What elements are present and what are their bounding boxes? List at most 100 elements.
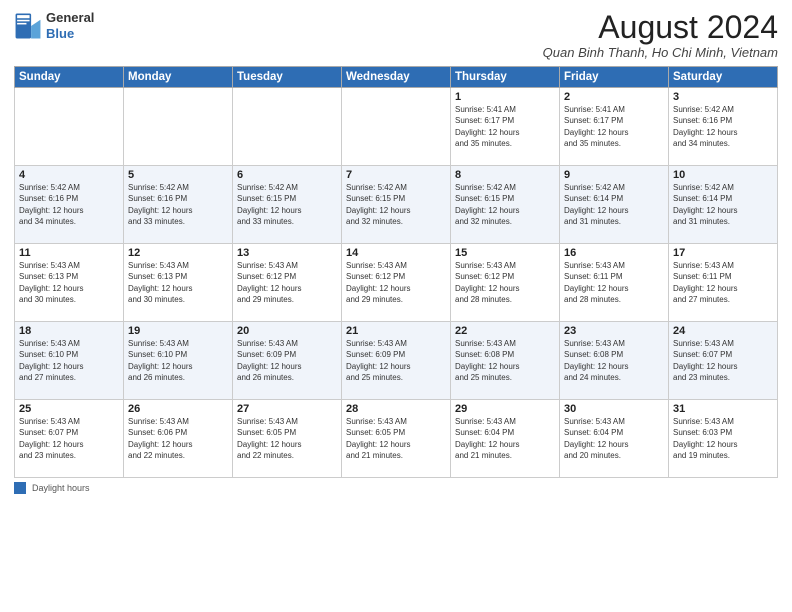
day-info: Sunrise: 5:42 AM Sunset: 6:16 PM Dayligh… [19, 182, 119, 227]
column-header-wednesday: Wednesday [342, 67, 451, 88]
calendar-cell: 6Sunrise: 5:42 AM Sunset: 6:15 PM Daylig… [233, 166, 342, 244]
day-info: Sunrise: 5:43 AM Sunset: 6:10 PM Dayligh… [128, 338, 228, 383]
day-info: Sunrise: 5:43 AM Sunset: 6:06 PM Dayligh… [128, 416, 228, 461]
calendar-cell: 21Sunrise: 5:43 AM Sunset: 6:09 PM Dayli… [342, 322, 451, 400]
day-number: 8 [455, 169, 555, 181]
column-header-thursday: Thursday [451, 67, 560, 88]
day-number: 30 [564, 403, 664, 415]
day-info: Sunrise: 5:43 AM Sunset: 6:13 PM Dayligh… [128, 260, 228, 305]
day-info: Sunrise: 5:42 AM Sunset: 6:16 PM Dayligh… [673, 104, 773, 149]
calendar-cell: 31Sunrise: 5:43 AM Sunset: 6:03 PM Dayli… [669, 400, 778, 478]
calendar-cell: 16Sunrise: 5:43 AM Sunset: 6:11 PM Dayli… [560, 244, 669, 322]
day-number: 29 [455, 403, 555, 415]
calendar-cell: 12Sunrise: 5:43 AM Sunset: 6:13 PM Dayli… [124, 244, 233, 322]
calendar-cell: 17Sunrise: 5:43 AM Sunset: 6:11 PM Dayli… [669, 244, 778, 322]
calendar-cell: 13Sunrise: 5:43 AM Sunset: 6:12 PM Dayli… [233, 244, 342, 322]
column-header-friday: Friday [560, 67, 669, 88]
day-info: Sunrise: 5:43 AM Sunset: 6:12 PM Dayligh… [455, 260, 555, 305]
day-info: Sunrise: 5:43 AM Sunset: 6:11 PM Dayligh… [564, 260, 664, 305]
calendar-cell: 3Sunrise: 5:42 AM Sunset: 6:16 PM Daylig… [669, 88, 778, 166]
day-info: Sunrise: 5:43 AM Sunset: 6:11 PM Dayligh… [673, 260, 773, 305]
month-title: August 2024 [543, 10, 778, 45]
day-info: Sunrise: 5:43 AM Sunset: 6:07 PM Dayligh… [19, 416, 119, 461]
day-info: Sunrise: 5:42 AM Sunset: 6:15 PM Dayligh… [346, 182, 446, 227]
calendar-cell: 15Sunrise: 5:43 AM Sunset: 6:12 PM Dayli… [451, 244, 560, 322]
day-info: Sunrise: 5:42 AM Sunset: 6:14 PM Dayligh… [564, 182, 664, 227]
day-info: Sunrise: 5:43 AM Sunset: 6:05 PM Dayligh… [346, 416, 446, 461]
column-header-saturday: Saturday [669, 67, 778, 88]
day-info: Sunrise: 5:42 AM Sunset: 6:15 PM Dayligh… [237, 182, 337, 227]
day-number: 13 [237, 247, 337, 259]
calendar-cell: 11Sunrise: 5:43 AM Sunset: 6:13 PM Dayli… [15, 244, 124, 322]
calendar-cell: 29Sunrise: 5:43 AM Sunset: 6:04 PM Dayli… [451, 400, 560, 478]
daylight-label: Daylight hours [32, 483, 90, 493]
day-number: 16 [564, 247, 664, 259]
day-info: Sunrise: 5:42 AM Sunset: 6:15 PM Dayligh… [455, 182, 555, 227]
day-info: Sunrise: 5:43 AM Sunset: 6:04 PM Dayligh… [455, 416, 555, 461]
day-info: Sunrise: 5:42 AM Sunset: 6:16 PM Dayligh… [128, 182, 228, 227]
calendar-cell: 4Sunrise: 5:42 AM Sunset: 6:16 PM Daylig… [15, 166, 124, 244]
day-number: 27 [237, 403, 337, 415]
calendar-cell: 18Sunrise: 5:43 AM Sunset: 6:10 PM Dayli… [15, 322, 124, 400]
day-info: Sunrise: 5:43 AM Sunset: 6:12 PM Dayligh… [346, 260, 446, 305]
calendar-cell: 10Sunrise: 5:42 AM Sunset: 6:14 PM Dayli… [669, 166, 778, 244]
logo: General Blue [14, 10, 94, 41]
day-info: Sunrise: 5:43 AM Sunset: 6:08 PM Dayligh… [564, 338, 664, 383]
day-number: 3 [673, 91, 773, 103]
calendar-cell [124, 88, 233, 166]
day-number: 21 [346, 325, 446, 337]
day-number: 15 [455, 247, 555, 259]
calendar-cell: 23Sunrise: 5:43 AM Sunset: 6:08 PM Dayli… [560, 322, 669, 400]
day-info: Sunrise: 5:43 AM Sunset: 6:07 PM Dayligh… [673, 338, 773, 383]
calendar-cell: 26Sunrise: 5:43 AM Sunset: 6:06 PM Dayli… [124, 400, 233, 478]
day-info: Sunrise: 5:43 AM Sunset: 6:10 PM Dayligh… [19, 338, 119, 383]
calendar-cell: 27Sunrise: 5:43 AM Sunset: 6:05 PM Dayli… [233, 400, 342, 478]
calendar-cell [233, 88, 342, 166]
footer: Daylight hours [14, 482, 778, 494]
day-number: 12 [128, 247, 228, 259]
calendar-cell: 28Sunrise: 5:43 AM Sunset: 6:05 PM Dayli… [342, 400, 451, 478]
day-number: 26 [128, 403, 228, 415]
day-number: 5 [128, 169, 228, 181]
day-info: Sunrise: 5:43 AM Sunset: 6:13 PM Dayligh… [19, 260, 119, 305]
day-number: 20 [237, 325, 337, 337]
day-number: 4 [19, 169, 119, 181]
calendar-cell: 30Sunrise: 5:43 AM Sunset: 6:04 PM Dayli… [560, 400, 669, 478]
column-header-sunday: Sunday [15, 67, 124, 88]
day-info: Sunrise: 5:43 AM Sunset: 6:05 PM Dayligh… [237, 416, 337, 461]
calendar-cell [342, 88, 451, 166]
day-number: 23 [564, 325, 664, 337]
column-header-tuesday: Tuesday [233, 67, 342, 88]
calendar-cell: 2Sunrise: 5:41 AM Sunset: 6:17 PM Daylig… [560, 88, 669, 166]
day-number: 1 [455, 91, 555, 103]
day-info: Sunrise: 5:43 AM Sunset: 6:04 PM Dayligh… [564, 416, 664, 461]
day-info: Sunrise: 5:41 AM Sunset: 6:17 PM Dayligh… [564, 104, 664, 149]
logo-icon [14, 12, 42, 40]
day-number: 17 [673, 247, 773, 259]
calendar-cell: 5Sunrise: 5:42 AM Sunset: 6:16 PM Daylig… [124, 166, 233, 244]
calendar-cell: 22Sunrise: 5:43 AM Sunset: 6:08 PM Dayli… [451, 322, 560, 400]
location-text: Quan Binh Thanh, Ho Chi Minh, Vietnam [543, 45, 778, 60]
calendar-table: SundayMondayTuesdayWednesdayThursdayFrid… [14, 66, 778, 478]
day-number: 7 [346, 169, 446, 181]
calendar-cell: 8Sunrise: 5:42 AM Sunset: 6:15 PM Daylig… [451, 166, 560, 244]
day-info: Sunrise: 5:43 AM Sunset: 6:08 PM Dayligh… [455, 338, 555, 383]
day-number: 10 [673, 169, 773, 181]
day-number: 9 [564, 169, 664, 181]
day-number: 22 [455, 325, 555, 337]
calendar-cell: 9Sunrise: 5:42 AM Sunset: 6:14 PM Daylig… [560, 166, 669, 244]
day-number: 6 [237, 169, 337, 181]
calendar-cell: 25Sunrise: 5:43 AM Sunset: 6:07 PM Dayli… [15, 400, 124, 478]
day-info: Sunrise: 5:43 AM Sunset: 6:03 PM Dayligh… [673, 416, 773, 461]
day-number: 18 [19, 325, 119, 337]
calendar-cell: 19Sunrise: 5:43 AM Sunset: 6:10 PM Dayli… [124, 322, 233, 400]
day-number: 25 [19, 403, 119, 415]
day-info: Sunrise: 5:42 AM Sunset: 6:14 PM Dayligh… [673, 182, 773, 227]
day-info: Sunrise: 5:43 AM Sunset: 6:09 PM Dayligh… [346, 338, 446, 383]
daylight-box-icon [14, 482, 26, 494]
day-info: Sunrise: 5:43 AM Sunset: 6:12 PM Dayligh… [237, 260, 337, 305]
day-number: 31 [673, 403, 773, 415]
calendar-cell: 7Sunrise: 5:42 AM Sunset: 6:15 PM Daylig… [342, 166, 451, 244]
day-number: 28 [346, 403, 446, 415]
day-number: 24 [673, 325, 773, 337]
